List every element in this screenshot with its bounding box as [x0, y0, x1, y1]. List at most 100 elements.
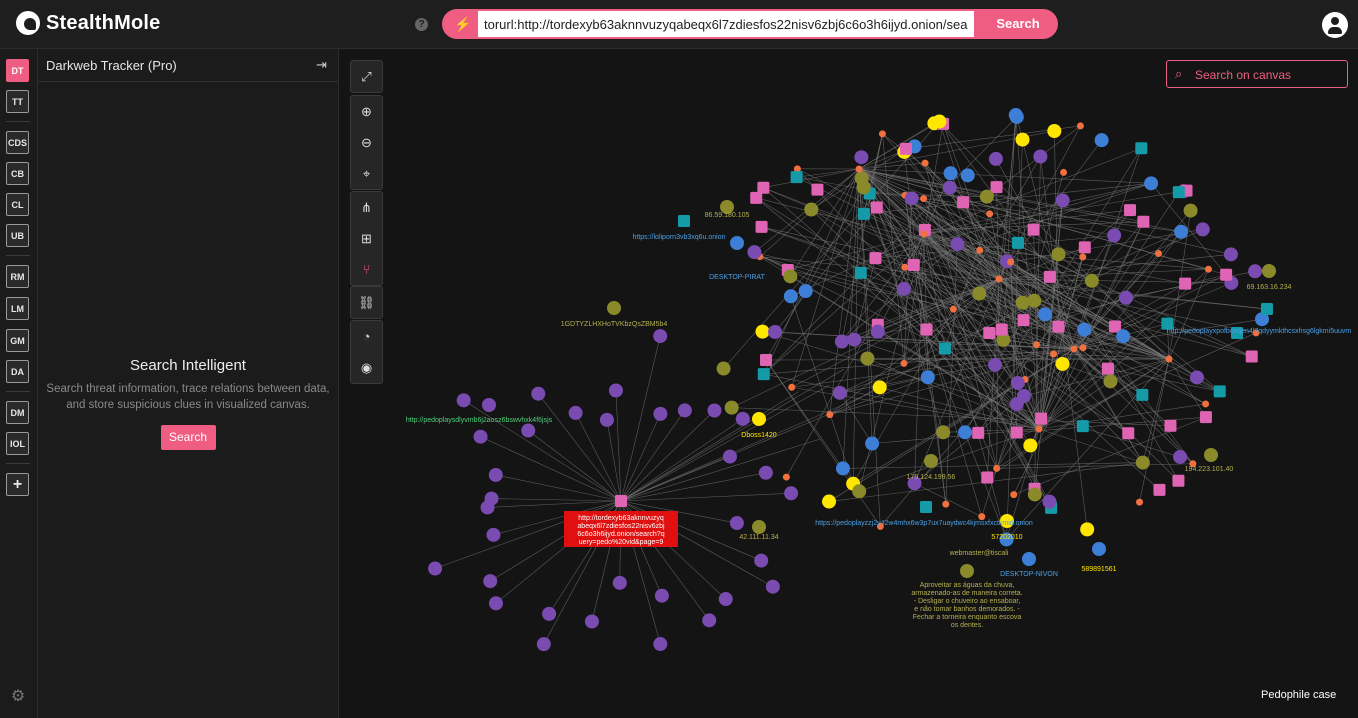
- graph-node-tor[interactable]: [1033, 149, 1048, 164]
- graph-node-tor[interactable]: [1173, 449, 1188, 464]
- graph-node-tor[interactable]: [1248, 264, 1263, 279]
- graph-node-tor[interactable]: [904, 191, 919, 206]
- graph-node-tor[interactable]: [758, 465, 773, 480]
- graph-node-person[interactable]: [979, 189, 994, 204]
- canvas-search-input[interactable]: [1193, 63, 1347, 87]
- relationship-graph[interactable]: http://tordexyb63aknnvuzyq abeqx6l7zdiesf…: [339, 49, 1358, 718]
- graph-node-small[interactable]: [920, 230, 928, 238]
- graph-node-user[interactable]: [1008, 108, 1023, 123]
- graph-node-small[interactable]: [1007, 258, 1015, 266]
- graph-node-tor[interactable]: [654, 588, 669, 603]
- graph-node-tor[interactable]: [486, 527, 501, 542]
- graph-node-site[interactable]: [1260, 303, 1273, 316]
- graph-node-tor[interactable]: [677, 403, 692, 418]
- graph-node-small[interactable]: [900, 359, 908, 367]
- graph-node-page[interactable]: [1245, 350, 1258, 363]
- graph-node-user[interactable]: [1092, 542, 1106, 556]
- graph-node-page[interactable]: [907, 258, 920, 271]
- node-label-ip[interactable]: 194.223.101.40: [1185, 466, 1234, 473]
- graph-node-page[interactable]: [1027, 223, 1040, 236]
- graph-node-site[interactable]: [1135, 142, 1148, 155]
- graph-node-small[interactable]: [993, 464, 1001, 472]
- node-label-ip[interactable]: 69.163.16.234: [1247, 284, 1292, 291]
- graph-node-tor[interactable]: [870, 324, 885, 339]
- node-label-desktop[interactable]: DESKTOP-NIVON: [1000, 571, 1058, 578]
- graph-node-person[interactable]: [960, 564, 974, 578]
- graph-node-tor[interactable]: [768, 324, 783, 339]
- rail-item-cb[interactable]: CB: [6, 162, 29, 185]
- node-label-account[interactable]: 57202010: [991, 534, 1022, 541]
- graph-node-tor[interactable]: [718, 592, 733, 607]
- rail-item-gm[interactable]: GM: [6, 329, 29, 352]
- graph-node-tor[interactable]: [1107, 228, 1122, 243]
- node-label-onion[interactable]: https://loliporn3vb3xq6u.onion: [632, 234, 725, 241]
- graph-node-page[interactable]: [1035, 412, 1048, 425]
- graph-node-small[interactable]: [949, 305, 957, 313]
- graph-node-tor[interactable]: [754, 553, 769, 568]
- graph-node-page[interactable]: [1124, 204, 1137, 217]
- graph-node-small[interactable]: [788, 383, 796, 391]
- user-avatar-icon[interactable]: [1322, 12, 1348, 38]
- graph-node-btc[interactable]: [1080, 522, 1095, 537]
- graph-node-tor[interactable]: [531, 386, 546, 401]
- graph-node-btc[interactable]: [1047, 123, 1062, 138]
- graph-node-small[interactable]: [826, 411, 834, 419]
- graph-node-tor[interactable]: [536, 637, 551, 652]
- rail-item-ub[interactable]: UB: [6, 224, 29, 247]
- graph-node-small[interactable]: [878, 130, 886, 138]
- graph-node-small[interactable]: [1076, 122, 1084, 130]
- rail-item-dt[interactable]: DT: [6, 59, 29, 82]
- graph-node-user[interactable]: [730, 236, 744, 250]
- graph-node-page[interactable]: [1137, 215, 1150, 228]
- graph-node-small[interactable]: [942, 500, 950, 508]
- center-target-icon[interactable]: ⌖: [351, 158, 382, 189]
- graph-node-tor[interactable]: [722, 449, 737, 464]
- graph-node-tor[interactable]: [584, 614, 599, 629]
- graph-node-person[interactable]: [1027, 487, 1042, 502]
- graph-node-tor[interactable]: [484, 491, 499, 506]
- graph-node-tor[interactable]: [599, 412, 614, 427]
- node-label-account[interactable]: Dboss1420: [741, 432, 777, 439]
- graph-node-page[interactable]: [1043, 270, 1056, 283]
- graph-node-tor[interactable]: [488, 596, 503, 611]
- graph-node-small[interactable]: [986, 210, 994, 218]
- node-label-bitcoin[interactable]: 1GDTYZLHXHoTVKbzQsZBM5b4: [561, 321, 668, 328]
- graph-node-page[interactable]: [1199, 411, 1212, 424]
- graph-node-user[interactable]: [958, 425, 973, 440]
- graph-node-tor[interactable]: [488, 467, 503, 482]
- node-label-desktop[interactable]: DESKTOP-PIRAT: [709, 274, 765, 281]
- graph-node-user[interactable]: [835, 461, 850, 476]
- graph-node-tor[interactable]: [1118, 290, 1133, 305]
- graph-node-person[interactable]: [924, 454, 938, 468]
- graph-node-person[interactable]: [1262, 264, 1276, 278]
- rail-item-lm[interactable]: LM: [6, 297, 29, 320]
- graph-node-tor[interactable]: [765, 579, 780, 594]
- graph-node-page[interactable]: [1052, 320, 1065, 333]
- graph-node-person[interactable]: [716, 361, 731, 376]
- graph-node-tor[interactable]: [847, 332, 862, 347]
- graph-node-tor[interactable]: [482, 398, 496, 412]
- graph-node-page[interactable]: [972, 426, 985, 439]
- graph-node-site[interactable]: [757, 368, 770, 381]
- rail-item-iol[interactable]: IOL: [6, 432, 29, 455]
- help-icon[interactable]: ?: [415, 18, 428, 31]
- graph-node-site[interactable]: [920, 501, 932, 513]
- rail-item-cds[interactable]: CDS: [6, 131, 29, 154]
- graph-node-tor[interactable]: [653, 329, 668, 344]
- graph-node-small[interactable]: [1136, 498, 1144, 506]
- graph-node-user[interactable]: [1038, 307, 1053, 322]
- panel-search-button[interactable]: Search: [160, 425, 216, 450]
- graph-node-page[interactable]: [615, 495, 627, 507]
- graph-node-site[interactable]: [1136, 388, 1149, 401]
- graph-node-person[interactable]: [752, 520, 766, 534]
- graph-node-small[interactable]: [1204, 265, 1212, 273]
- graph-node-tor[interactable]: [1195, 222, 1210, 237]
- network-layout-icon[interactable]: ⋔: [351, 192, 382, 223]
- graph-node-tor[interactable]: [988, 151, 1003, 166]
- graph-node-page[interactable]: [899, 142, 912, 155]
- graph-node-page[interactable]: [811, 183, 824, 196]
- graph-node-tor[interactable]: [542, 606, 557, 621]
- graph-node-tor[interactable]: [608, 383, 623, 398]
- graph-node-user[interactable]: [943, 166, 958, 181]
- gear-icon[interactable]: ⚙: [10, 689, 26, 705]
